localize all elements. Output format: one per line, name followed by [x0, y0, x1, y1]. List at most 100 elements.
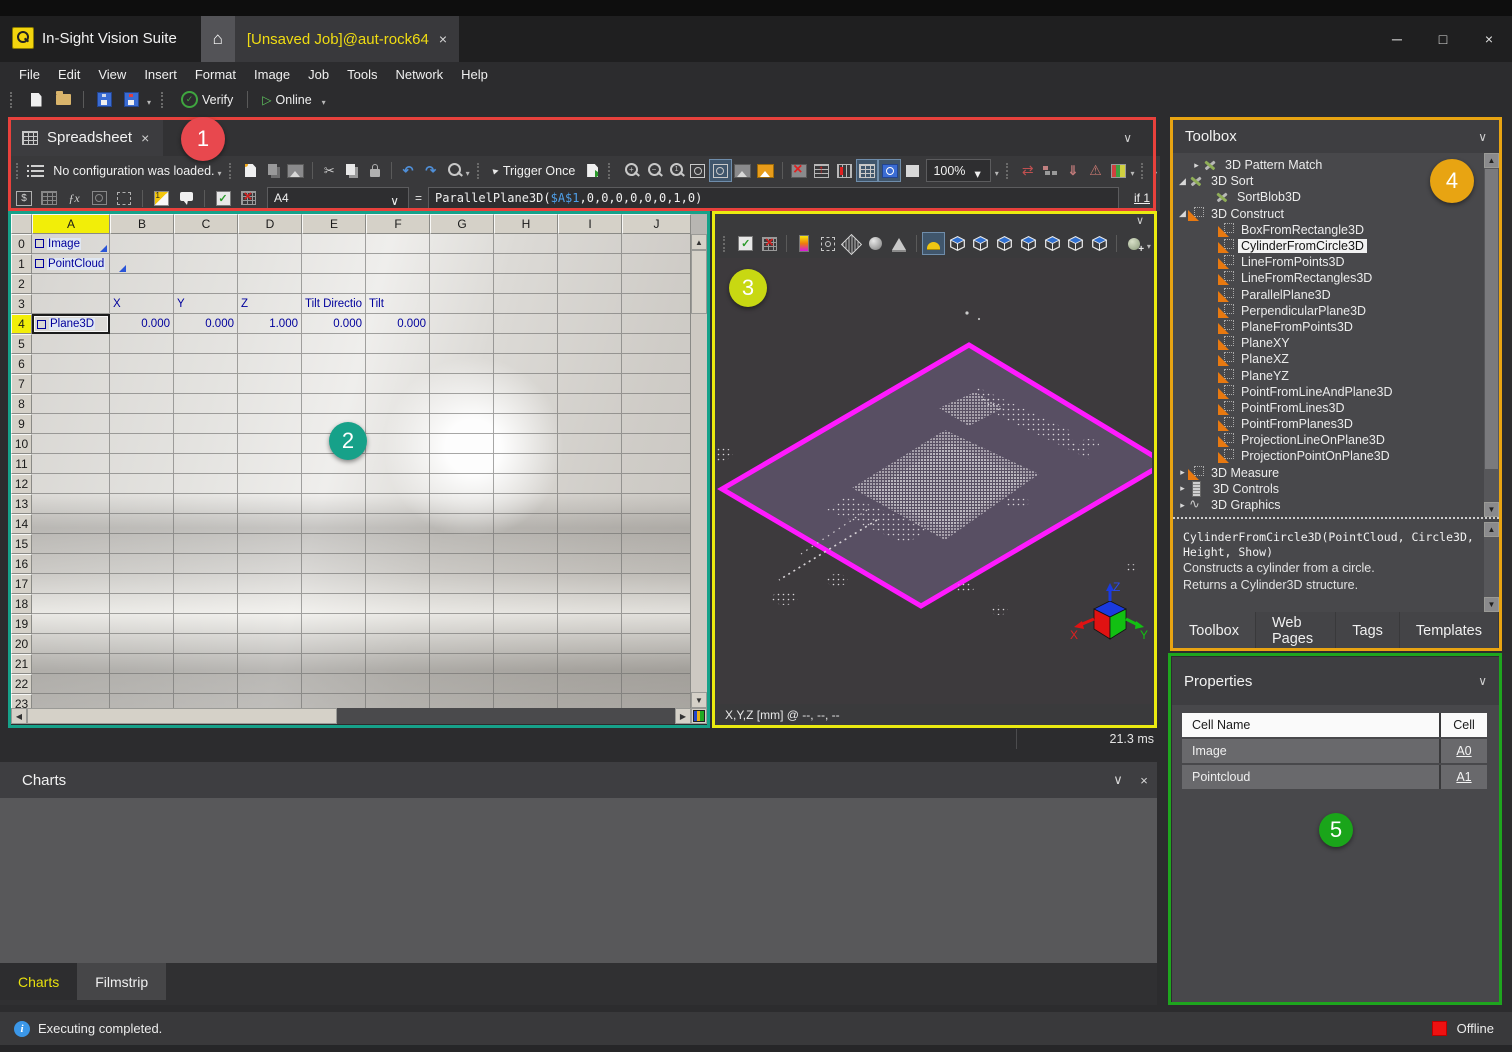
grid-cell-H18[interactable]: [494, 594, 558, 614]
toolbar-grip[interactable]: [1006, 163, 1013, 179]
grid-cell-E1[interactable]: [302, 254, 366, 274]
grid-cell-J18[interactable]: [622, 594, 691, 614]
comment-icon[interactable]: [174, 187, 198, 210]
grid-cell-J0[interactable]: [622, 234, 691, 254]
grid-cell-D11[interactable]: [238, 454, 302, 474]
grid-cell-A11[interactable]: [32, 454, 110, 474]
toolbox-collapse-icon[interactable]: ∨: [1478, 130, 1487, 144]
row-header-9[interactable]: 9: [11, 414, 32, 434]
grid-cell-F11[interactable]: [366, 454, 430, 474]
close-button[interactable]: ×: [1466, 16, 1512, 62]
row-header-10[interactable]: 10: [11, 434, 32, 454]
zoom-level-select[interactable]: 100%▾: [926, 159, 990, 182]
if-indicator[interactable]: if 1: [1120, 191, 1160, 205]
grid-cell-G16[interactable]: [430, 554, 494, 574]
cell-state-icon[interactable]: [1107, 159, 1130, 182]
grid-cell-D3[interactable]: Z: [238, 294, 302, 314]
grid-cell-J20[interactable]: [622, 634, 691, 654]
column-header-F[interactable]: F: [366, 214, 430, 234]
row-header-13[interactable]: 13: [11, 494, 32, 514]
toolbox-item-planexz[interactable]: PlaneXZ: [1173, 351, 1484, 367]
grid-cell-J3[interactable]: [622, 294, 691, 314]
grid-cell-C9[interactable]: [174, 414, 238, 434]
view-orientation-3-icon[interactable]: [993, 232, 1017, 255]
grid-cell-A9[interactable]: [32, 414, 110, 434]
format-grid-icon[interactable]: [37, 187, 61, 210]
row-header-4[interactable]: 4: [11, 314, 32, 334]
grid-cell-I22[interactable]: [558, 674, 622, 694]
redo-icon[interactable]: ↷: [419, 159, 442, 182]
graphics-text-icon[interactable]: [901, 159, 924, 182]
grid-cell-B8[interactable]: [110, 394, 174, 414]
zoom-in-icon[interactable]: [619, 159, 642, 182]
tab-web-pages[interactable]: Web Pages: [1256, 612, 1335, 650]
trigger-continuous-icon[interactable]: [581, 159, 604, 182]
grid-cell-D15[interactable]: [238, 534, 302, 554]
menu-insert[interactable]: Insert: [135, 67, 186, 82]
show-overlay-icon[interactable]: [878, 159, 901, 182]
grid-cell-C10[interactable]: [174, 434, 238, 454]
discard-image-icon[interactable]: [788, 159, 811, 182]
grid-cell-J11[interactable]: [622, 454, 691, 474]
grid-cell-I19[interactable]: [558, 614, 622, 634]
grid-cell-B16[interactable]: [110, 554, 174, 574]
grid-cell-I15[interactable]: [558, 534, 622, 554]
grid-cell-D0[interactable]: [238, 234, 302, 254]
row-header-8[interactable]: 8: [11, 394, 32, 414]
grid-cell-H14[interactable]: [494, 514, 558, 534]
grid-cell-G2[interactable]: [430, 274, 494, 294]
grid-cell-I20[interactable]: [558, 634, 622, 654]
insert-row-icon[interactable]: [810, 159, 833, 182]
view-orientation-5-icon[interactable]: [1040, 232, 1064, 255]
grid-cell-I13[interactable]: [558, 494, 622, 514]
expander-collapsed-icon[interactable]: ▸: [1191, 160, 1202, 171]
column-header-C[interactable]: C: [174, 214, 238, 234]
grid-cell-B3[interactable]: X: [110, 294, 174, 314]
column-header-H[interactable]: H: [494, 214, 558, 234]
row-header-22[interactable]: 22: [11, 674, 32, 694]
row-header-17[interactable]: 17: [11, 574, 32, 594]
grid-cell-F7[interactable]: [366, 374, 430, 394]
grid-cell-G3[interactable]: [430, 294, 494, 314]
find-icon[interactable]: [442, 159, 465, 182]
grid-cell-A4[interactable]: Plane3D: [32, 314, 110, 334]
toolbar-grip[interactable]: [608, 163, 615, 179]
disable-cell-icon[interactable]: [236, 187, 260, 210]
toolbox-item-linefrompoints3d[interactable]: LineFromPoints3D: [1173, 254, 1484, 270]
grid-cell-J14[interactable]: [622, 514, 691, 534]
grid-cell-H6[interactable]: [494, 354, 558, 374]
grid-cell-A1[interactable]: PointCloud: [32, 254, 110, 274]
insert-function-icon[interactable]: ƒx: [62, 187, 86, 210]
grid-cell-H22[interactable]: [494, 674, 558, 694]
grid-cell-C11[interactable]: [174, 454, 238, 474]
grid-cell-C8[interactable]: [174, 394, 238, 414]
grid-cell-J22[interactable]: [622, 674, 691, 694]
toolbox-item-cylinderfromcircle3d[interactable]: CylinderFromCircle3D: [1173, 238, 1484, 254]
row-header-6[interactable]: 6: [11, 354, 32, 374]
grid-cell-G15[interactable]: [430, 534, 494, 554]
properties-collapse-icon[interactable]: ∨: [1478, 674, 1487, 688]
grid-cell-F18[interactable]: [366, 594, 430, 614]
grid-cell-E17[interactable]: [302, 574, 366, 594]
grid-cell-I3[interactable]: [558, 294, 622, 314]
grid-cell-D6[interactable]: [238, 354, 302, 374]
row-header-11[interactable]: 11: [11, 454, 32, 474]
grid-cell-D14[interactable]: [238, 514, 302, 534]
point-render-icon[interactable]: [863, 232, 887, 255]
dropdown-icon[interactable]: ▾: [994, 163, 1002, 178]
grid-cell-E15[interactable]: [302, 534, 366, 554]
new-job-button[interactable]: [24, 88, 48, 111]
grid-cell-A6[interactable]: [32, 354, 110, 374]
grid-cell-C14[interactable]: [174, 514, 238, 534]
grid-cell-J7[interactable]: [622, 374, 691, 394]
grid-cell-F8[interactable]: [366, 394, 430, 414]
grid-cell-A15[interactable]: [32, 534, 110, 554]
grid-cell-E8[interactable]: [302, 394, 366, 414]
grid-cell-C2[interactable]: [174, 274, 238, 294]
grid-cell-A16[interactable]: [32, 554, 110, 574]
menu-job[interactable]: Job: [299, 67, 338, 82]
grid-cell-H16[interactable]: [494, 554, 558, 574]
grid-cell-B9[interactable]: [110, 414, 174, 434]
menu-edit[interactable]: Edit: [49, 67, 89, 82]
online-dropdown-icon[interactable]: ▾: [321, 92, 329, 107]
